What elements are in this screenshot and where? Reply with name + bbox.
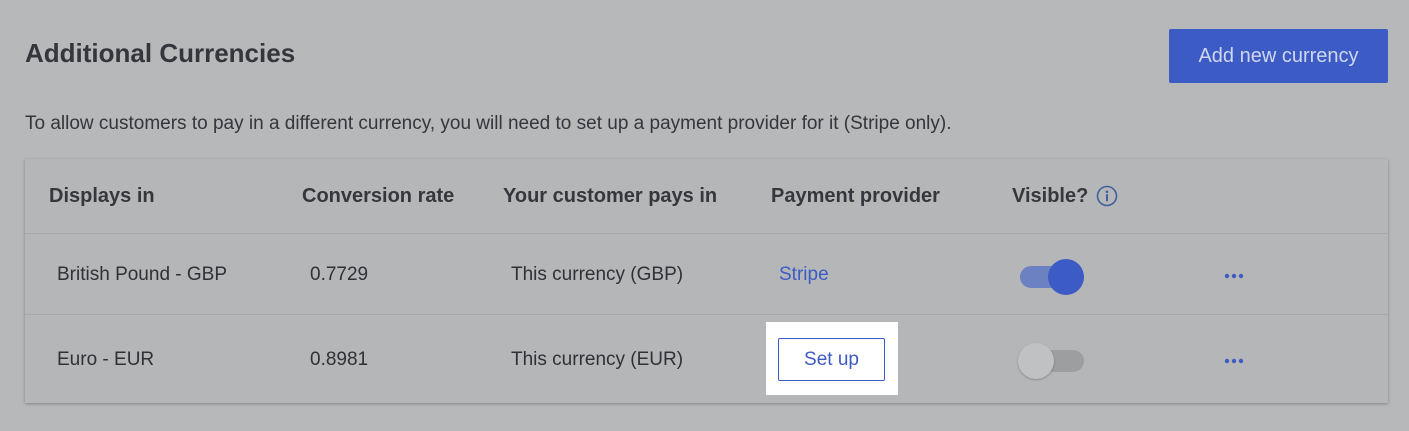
table-row: British Pound - GBP 0.7729 This currency…: [25, 233, 1388, 315]
row-customer-pays-in: This currency (GBP): [511, 263, 684, 285]
toggle-knob: [1048, 259, 1084, 295]
column-header-payment-provider: Payment provider: [771, 184, 940, 207]
currencies-table: Displays in Conversion rate Your custome…: [25, 159, 1388, 403]
row-conversion-rate: 0.8981: [310, 348, 369, 370]
more-horizontal-icon[interactable]: [1221, 266, 1247, 286]
visible-toggle-eur[interactable]: [1018, 341, 1084, 381]
stripe-provider-link[interactable]: Stripe: [779, 234, 829, 315]
add-new-currency-button[interactable]: Add new currency: [1169, 29, 1388, 83]
page-title: Additional Currencies: [25, 38, 296, 68]
more-horizontal-icon[interactable]: [1221, 351, 1247, 371]
column-header-customer-pays-in: Your customer pays in: [503, 184, 718, 207]
row-conversion-rate: 0.7729: [310, 263, 369, 285]
column-header-visible-label: Visible?: [1012, 184, 1089, 207]
page-description: To allow customers to pay in a different…: [25, 113, 952, 134]
row-customer-pays-in: This currency (EUR): [511, 348, 684, 370]
table-header: Displays in Conversion rate Your custome…: [25, 159, 1388, 233]
row-displays-in: British Pound - GBP: [57, 263, 228, 285]
toggle-knob: [1018, 343, 1054, 379]
column-header-displays-in: Displays in: [49, 184, 155, 207]
row-displays-in: Euro - EUR: [57, 348, 155, 370]
info-icon[interactable]: [1096, 185, 1118, 207]
column-header-visible: Visible?: [1012, 159, 1118, 233]
visible-toggle-gbp[interactable]: [1020, 257, 1084, 297]
set-up-button[interactable]: Set up: [778, 338, 885, 381]
table-row: Euro - EUR 0.8981 This currency (EUR): [25, 314, 1388, 404]
column-header-conversion-rate: Conversion rate: [302, 184, 455, 207]
